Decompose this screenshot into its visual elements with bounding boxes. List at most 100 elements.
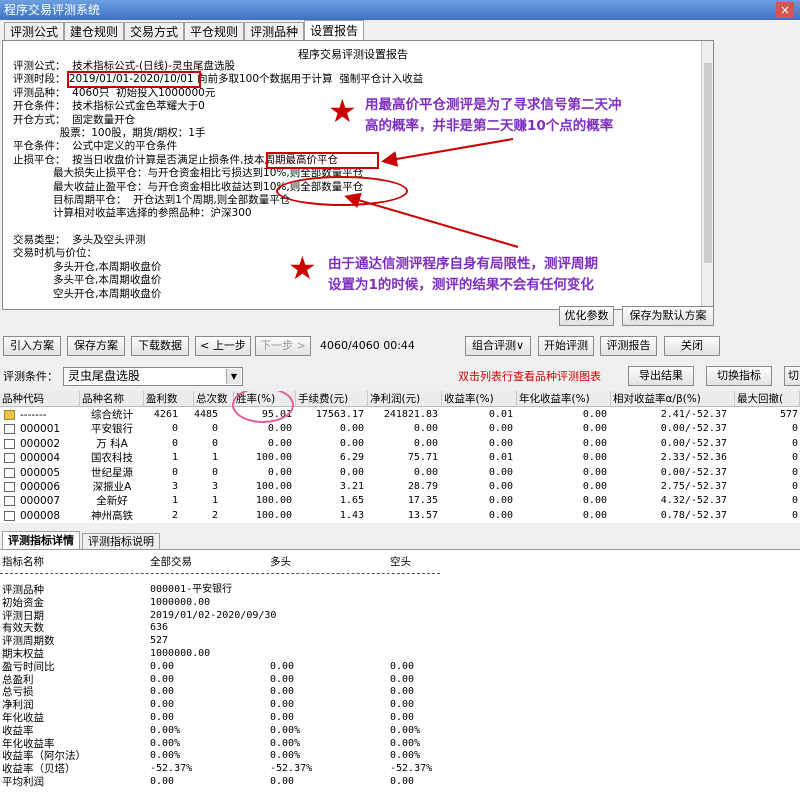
detail-row: 年化收益率 0.00% 0.00% 0.00%	[0, 738, 800, 750]
column-header[interactable]: 总次数	[194, 391, 234, 407]
close-button[interactable]: 关闭	[664, 336, 720, 356]
detail-label: 平均利润	[2, 776, 44, 788]
tab-report-settings[interactable]: 设置报告	[304, 20, 365, 40]
table-cell: -------	[20, 409, 47, 421]
switch-button-2[interactable]: 切	[784, 366, 800, 386]
condition-value: 灵虫尾盘选股	[68, 369, 141, 383]
chevron-down-icon[interactable]: ▼	[226, 369, 241, 384]
column-header[interactable]: 相对收益率α/β(%)	[611, 391, 735, 407]
table-cell: 0	[791, 495, 798, 507]
detail-label: 有效天数	[2, 622, 44, 635]
table-cell: 万 科A	[96, 437, 128, 450]
table-row[interactable]: 000006 深振业A 3 3 100.00 3.21 28.79 0.00 0.00 2.75/…	[0, 480, 800, 494]
download-data-button[interactable]: 下载数据	[131, 336, 189, 356]
detail-row: 平均利润 0.00 0.00 0.00	[0, 776, 800, 788]
table-cell: 6.29	[339, 452, 364, 464]
detail-label: 评测品种	[2, 584, 44, 596]
annotation-arrows	[344, 138, 519, 248]
export-results-button[interactable]: 导出结果	[628, 366, 694, 386]
detail-value: 0.00	[270, 686, 295, 698]
arrow-to-stoploss	[381, 138, 514, 167]
column-header[interactable]: 最大回撤(	[735, 391, 800, 407]
start-test-button[interactable]: 开始评测	[538, 336, 594, 356]
detail-header: 空头	[390, 556, 411, 568]
double-click-hint: 双击列表行查看品种评测图表	[458, 370, 601, 383]
table-cell: 0.00	[488, 466, 513, 478]
table-row[interactable]: 000007 全新好 1 1 100.00 1.65 17.35 0.00 0.00 4.32/-…	[0, 494, 800, 508]
detail-label: 总亏损	[2, 686, 34, 699]
table-cell: 2	[211, 509, 218, 521]
optimize-params-button[interactable]: 优化参数	[559, 306, 614, 326]
detail-label: 收益率	[2, 724, 34, 737]
detail-value: -52.37%	[150, 763, 193, 775]
detail-value: 0.00	[150, 712, 175, 723]
detail-row: 初始资金 1000000.00	[0, 597, 800, 609]
tab-trade-mode[interactable]: 交易方式	[124, 22, 185, 40]
arrow-to-profit-stop	[344, 192, 519, 248]
detail-value: 0.00	[270, 712, 295, 723]
test-report-button[interactable]: 评测报告	[600, 336, 657, 356]
detail-header-row: 指标名称 全部交易 多头 空头	[0, 556, 800, 568]
import-plan-button[interactable]: 引入方案	[3, 336, 61, 356]
tab-close-rules[interactable]: 平仓规则	[184, 22, 245, 40]
combo-test-button[interactable]: 组合评测∨	[465, 336, 531, 356]
detail-value: 0.00	[390, 673, 415, 685]
document-icon	[4, 510, 15, 521]
column-header[interactable]: 盈利数	[144, 391, 194, 407]
table-cell: 1	[171, 452, 178, 464]
table-row[interactable]: 000004 国农科技 1 1 100.00 6.29 75.71 0.01 0.00 2.33/…	[0, 451, 800, 465]
table-cell: 0.00/-52.37	[660, 423, 727, 435]
table-cell: 0.00	[413, 437, 438, 449]
table-cell: 17.35	[407, 495, 438, 507]
table-row[interactable]: 000002 万 科A 0 0 0.00 0.00 0.00 0.00 0.00 0.00/-52…	[0, 437, 800, 451]
table-cell: 0.00	[339, 437, 364, 449]
table-row[interactable]: ------- 综合统计 4261 4485 95.01 17563.17 241821.8…	[0, 408, 800, 422]
detail-value: 0.00%	[150, 750, 181, 762]
tab-instruments[interactable]: 评测品种	[244, 22, 305, 40]
progress-text: 4060/4060 00:44	[320, 339, 415, 352]
settings-report-panel: 程序交易评测设置报告 评测公式： 技术指标公式-(日线)-灵虫尾盘选股 评测时段…	[2, 40, 714, 310]
table-row[interactable]: 000005 世纪星源 0 0 0.00 0.00 0.00 0.00 0.00 0.00/-52…	[0, 466, 800, 480]
table-cell: 0	[211, 466, 218, 478]
table-cell: 1	[171, 495, 178, 507]
detail-value: 1000000.00	[150, 596, 211, 608]
column-header[interactable]: 净利润(元)	[368, 391, 442, 407]
column-header[interactable]: 年化收益率(%)	[517, 391, 611, 407]
window-close-button[interactable]: ×	[776, 2, 794, 18]
table-cell: 0.00	[582, 452, 607, 464]
table-cell: 0.00	[339, 423, 364, 435]
table-cell: 全新好	[96, 495, 128, 508]
table-cell: 0.78/-52.37	[660, 509, 727, 521]
table-cell: 世纪星源	[91, 466, 133, 479]
switch-indicator-button[interactable]: 切换指标	[706, 366, 772, 386]
prev-step-button[interactable]: < 上一步	[195, 336, 251, 356]
table-row[interactable]: 000008 神州高铁 2 2 100.00 1.43 13.57 0.00 0.00 0.78/…	[0, 509, 800, 523]
tab-indicator-detail[interactable]: 评测指标详情	[2, 531, 80, 549]
column-header[interactable]: 品种代码	[0, 391, 80, 407]
tab-formula[interactable]: 评测公式	[4, 22, 65, 40]
column-header[interactable]: 品种名称	[80, 391, 144, 407]
detail-label: 收益率（阿尔法）	[2, 750, 86, 763]
table-cell: 0.01	[488, 452, 513, 464]
column-header[interactable]: 收益率(%)	[442, 391, 517, 407]
table-cell: 0	[791, 509, 798, 521]
next-step-button[interactable]: 下一步 >	[255, 336, 311, 356]
table-cell: 000007	[20, 495, 61, 508]
table-cell: 17563.17	[315, 409, 364, 420]
detail-value: 0.00	[390, 686, 415, 698]
save-default-button[interactable]: 保存为默认方案	[622, 306, 714, 326]
table-row[interactable]: 000001 平安银行 0 0 0.00 0.00 0.00 0.00 0.00 0.00/-52…	[0, 422, 800, 436]
column-header[interactable]: 手续费(元)	[296, 391, 368, 407]
table-cell: 0.00	[582, 409, 607, 420]
tab-indicator-explanation[interactable]: 评测指标说明	[82, 533, 160, 549]
condition-select[interactable]: 灵虫尾盘选股 ▼	[63, 367, 243, 386]
detail-label: 评测周期数	[2, 635, 55, 648]
detail-value: 0.00%	[390, 737, 421, 749]
detail-row: 收益率（阿尔法） 0.00% 0.00% 0.00%	[0, 750, 800, 762]
detail-row: 评测日期 2019/01/02-2020/09/30	[0, 610, 800, 622]
tab-open-rules[interactable]: 建仓规则	[64, 22, 125, 40]
window-titlebar: 程序交易评测系统 ×	[0, 0, 800, 20]
save-plan-button[interactable]: 保存方案	[67, 336, 125, 356]
table-cell: 0.00	[267, 423, 292, 435]
document-icon	[4, 467, 15, 478]
